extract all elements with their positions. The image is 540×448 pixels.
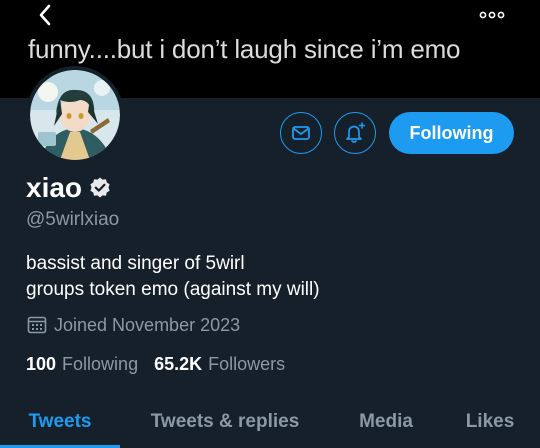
- following-label: Following: [62, 354, 139, 374]
- banner-text: funny....but i don’t laugh since i’m emo: [28, 34, 461, 64]
- name-row: xiao: [26, 172, 112, 204]
- followers-count: 65.2K: [154, 354, 203, 374]
- handle: @5wirlxiao: [26, 209, 120, 230]
- bio: bassist and singer of 5wirl groups token…: [26, 251, 320, 303]
- tab-tweets-and-replies[interactable]: Tweets & replies: [130, 396, 320, 448]
- verified-badge-icon: [88, 176, 112, 200]
- more-button[interactable]: [474, 2, 510, 28]
- followers-label: Followers: [208, 354, 286, 374]
- tab-tweets[interactable]: Tweets: [0, 396, 120, 448]
- joined-date: Joined November 2023: [26, 314, 240, 336]
- bio-line: bassist and singer of 5wirl: [26, 253, 245, 274]
- followers-count-link[interactable]: 65.2K Followers: [154, 354, 285, 375]
- profile-tabs: Tweets Tweets & replies Media Likes: [0, 396, 540, 448]
- joined-text: Joined November 2023: [54, 314, 241, 335]
- avatar-image: [30, 70, 120, 160]
- bio-line: groups token emo (against my will): [26, 279, 320, 300]
- message-button[interactable]: [280, 112, 322, 154]
- avatar[interactable]: [26, 66, 124, 164]
- notifications-button[interactable]: [334, 112, 376, 154]
- following-count: 100: [26, 354, 57, 374]
- back-button[interactable]: [30, 2, 60, 28]
- following-count-link[interactable]: 100 Following: [26, 354, 138, 375]
- more-horizontal-icon: [479, 11, 505, 19]
- calendar-icon: [26, 314, 48, 336]
- bell-plus-icon: [346, 122, 366, 143]
- following-button[interactable]: Following: [389, 112, 514, 154]
- chevron-left-icon: [39, 4, 51, 26]
- tab-media[interactable]: Media: [340, 396, 432, 448]
- tab-likes[interactable]: Likes: [445, 396, 535, 448]
- follow-stats: 100 Following 65.2K Followers: [26, 354, 285, 375]
- display-name: xiao: [26, 172, 83, 203]
- mail-icon: [292, 126, 310, 140]
